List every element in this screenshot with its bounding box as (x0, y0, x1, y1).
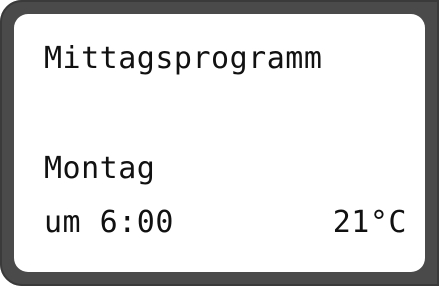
day-label: Montag (44, 151, 156, 186)
time-label: um 6:00 (44, 205, 174, 240)
program-title: Mittagsprogramm (44, 41, 323, 76)
temperature-value: 21°C (332, 205, 407, 240)
